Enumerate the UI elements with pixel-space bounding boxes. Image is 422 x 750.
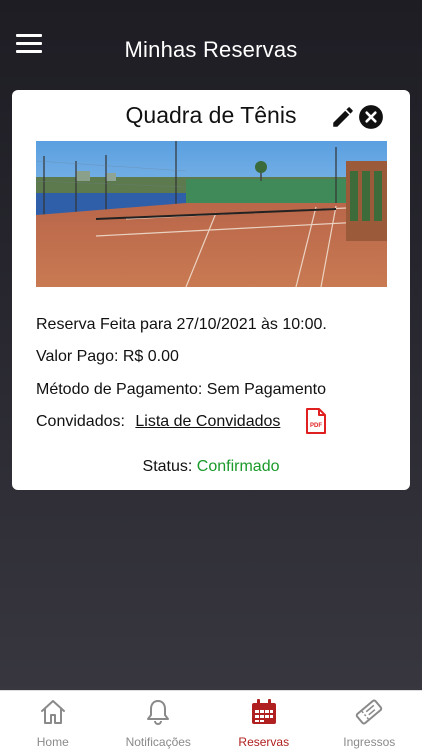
status-value: Confirmado bbox=[196, 458, 280, 475]
close-circle-icon[interactable] bbox=[358, 104, 384, 130]
status-label: Status: bbox=[142, 458, 193, 475]
ticket-icon bbox=[356, 699, 383, 725]
nav-item-notifications[interactable]: Notificações bbox=[106, 691, 212, 750]
tennis-court-photo bbox=[36, 141, 387, 287]
nav-label-notifications: Notificações bbox=[125, 735, 191, 749]
nav-item-home[interactable]: Home bbox=[0, 691, 106, 750]
nav-item-reservations[interactable]: Reservas bbox=[211, 691, 317, 750]
calendar-icon bbox=[251, 699, 276, 724]
status-row: Status: Confirmado bbox=[12, 458, 410, 476]
reservation-card: Quadra de Tênis Reserva Feita para 27/10… bbox=[12, 90, 410, 490]
guest-list-link[interactable]: Lista de Convidados bbox=[135, 413, 280, 430]
pdf-file-icon[interactable]: PDF bbox=[305, 408, 327, 434]
guests-row: Convidados: Lista de Convidados bbox=[36, 413, 280, 431]
bottom-nav: Home Notificações Reservas Ingressos bbox=[0, 690, 422, 750]
guests-label: Convidados: bbox=[36, 413, 125, 430]
nav-item-tickets[interactable]: Ingressos bbox=[317, 691, 422, 750]
home-icon bbox=[40, 700, 65, 724]
nav-label-reservations: Reservas bbox=[238, 735, 290, 749]
bell-icon bbox=[147, 700, 170, 726]
nav-label-home: Home bbox=[36, 735, 69, 749]
booking-datetime: Reserva Feita para 27/10/2021 às 10:00. bbox=[36, 316, 327, 333]
nav-label-tickets: Ingressos bbox=[343, 735, 396, 749]
page-title: Minhas Reservas bbox=[124, 37, 298, 62]
pdf-badge-text: PDF bbox=[310, 423, 322, 429]
top-bar: Minhas Reservas bbox=[0, 0, 422, 90]
payment-method: Método de Pagamento: Sem Pagamento bbox=[36, 381, 326, 398]
pencil-icon[interactable] bbox=[330, 104, 356, 130]
amount-paid: Valor Pago: R$ 0.00 bbox=[36, 348, 179, 365]
